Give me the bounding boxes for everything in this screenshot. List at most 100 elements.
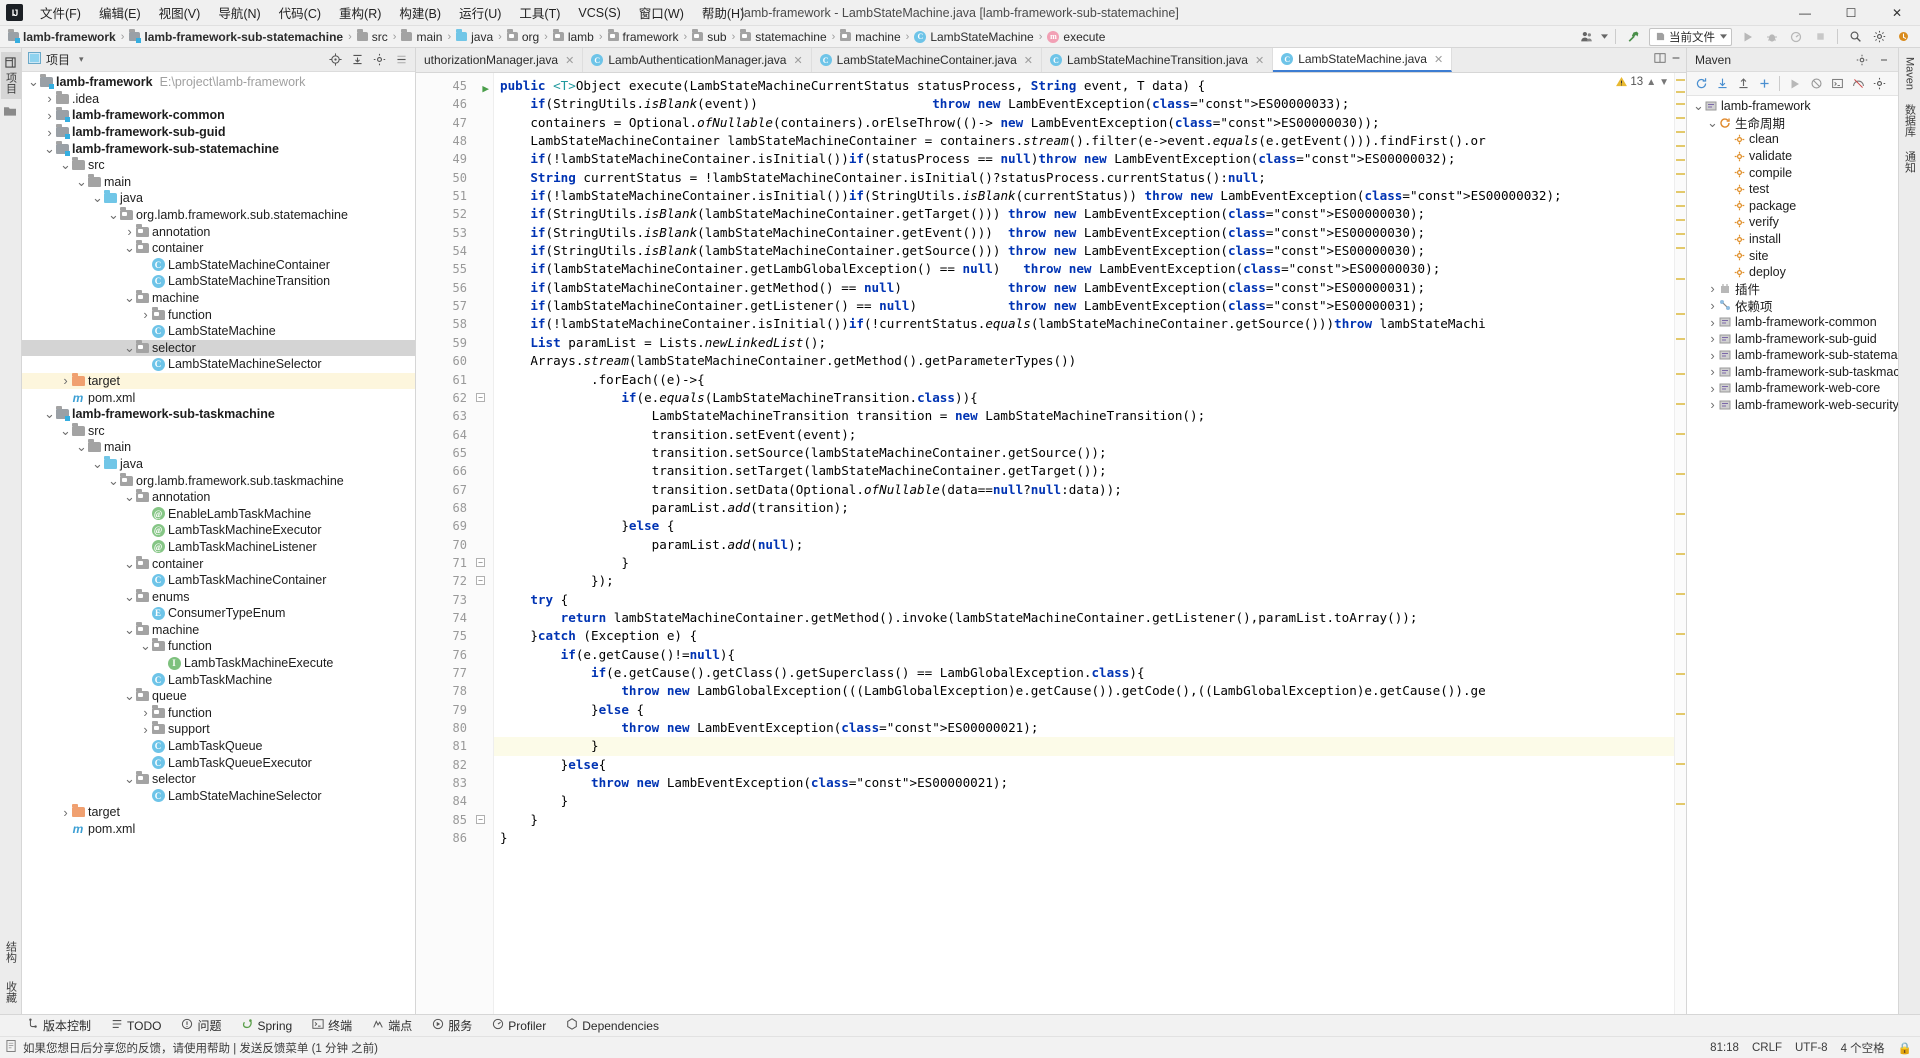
- chevron-down-icon[interactable]: [1599, 27, 1609, 47]
- tree-node-machine[interactable]: ⌄ machine: [22, 290, 415, 307]
- maven-node-package[interactable]: package: [1687, 198, 1898, 215]
- code-line-66[interactable]: transition.setTarget(lambStateMachineCon…: [494, 462, 1674, 480]
- code-line-67[interactable]: transition.setData(Optional.ofNullable(d…: [494, 481, 1674, 499]
- chevron-right-icon[interactable]: ›: [140, 307, 151, 322]
- marker-tick[interactable]: [1676, 219, 1685, 221]
- tree-node-java[interactable]: ⌄ java: [22, 190, 415, 207]
- chevron-down-icon[interactable]: ⌄: [124, 490, 135, 503]
- scroll-up-icon[interactable]: ▲: [1646, 77, 1656, 88]
- chevron-down-icon[interactable]: ⌄: [92, 191, 103, 204]
- fold-marker-icon[interactable]: −: [476, 814, 485, 824]
- marker-tick[interactable]: [1676, 338, 1685, 340]
- scroll-down-icon[interactable]: ▼: [1659, 77, 1669, 88]
- maven-node-生命周期[interactable]: ⌄ 生命周期: [1687, 115, 1898, 132]
- marker-tick[interactable]: [1676, 278, 1685, 280]
- gutter-line-62[interactable]: 62−: [416, 389, 493, 407]
- project-panel-title-group[interactable]: 项目 ▾: [28, 51, 84, 68]
- breadcrumb-item-src[interactable]: src: [356, 29, 388, 44]
- code-line-81[interactable]: }: [494, 737, 1674, 756]
- code-line-57[interactable]: if(lambStateMachineContainer.getListener…: [494, 297, 1674, 315]
- code-line-59[interactable]: List paramList = Lists.newLinkedList();: [494, 334, 1674, 352]
- hide-icon[interactable]: [391, 50, 411, 70]
- gutter-line-70[interactable]: 70: [416, 536, 493, 554]
- breadcrumb-item-machine[interactable]: machine: [840, 29, 901, 44]
- tree-node-target[interactable]: › target: [22, 372, 415, 390]
- code-line-77[interactable]: if(e.getCause().getClass().getSuperclass…: [494, 664, 1674, 682]
- gutter-line-50[interactable]: 50: [416, 169, 493, 187]
- code-line-73[interactable]: try {: [494, 591, 1674, 609]
- tree-node-org-lamb-framework-sub-statemachine[interactable]: ⌄ org.lamb.framework.sub.statemachine: [22, 207, 415, 224]
- marker-tick[interactable]: [1676, 313, 1685, 315]
- bottom-tab-spring[interactable]: Spring: [238, 1016, 295, 1035]
- code-line-85[interactable]: }: [494, 811, 1674, 829]
- gutter-line-81[interactable]: 81: [416, 737, 493, 755]
- editor-tab-3[interactable]: C LambStateMachineTransition.java ✕: [1042, 48, 1274, 72]
- chevron-right-icon[interactable]: ›: [1707, 397, 1718, 412]
- code-line-70[interactable]: paramList.add(null);: [494, 536, 1674, 554]
- gutter-line-55[interactable]: 55: [416, 260, 493, 278]
- chevron-down-icon[interactable]: ⌄: [1707, 116, 1718, 129]
- tree-node-pom-xml[interactable]: m pom.xml: [22, 821, 415, 838]
- maven-node-compile[interactable]: compile: [1687, 164, 1898, 181]
- marker-tick[interactable]: [1676, 159, 1685, 161]
- marker-tick[interactable]: [1676, 103, 1685, 105]
- breadcrumb-item-org[interactable]: org: [506, 29, 539, 44]
- collapse-all-icon[interactable]: [347, 50, 367, 70]
- close-icon[interactable]: ✕: [1255, 54, 1264, 67]
- gutter-line-66[interactable]: 66: [416, 462, 493, 480]
- maven-node-install[interactable]: install: [1687, 231, 1898, 248]
- chevron-right-icon[interactable]: ›: [140, 722, 151, 737]
- code-line-71[interactable]: }: [494, 554, 1674, 572]
- code-line-74[interactable]: return lambStateMachineContainer.getMeth…: [494, 609, 1674, 627]
- code-line-56[interactable]: if(lambStateMachineContainer.getMethod()…: [494, 279, 1674, 297]
- code-line-61[interactable]: .forEach((e)->{: [494, 371, 1674, 389]
- gutter-line-51[interactable]: 51: [416, 187, 493, 205]
- tree-node-lambtaskmachineexecute[interactable]: I LambTaskMachineExecute: [22, 655, 415, 672]
- marker-tick[interactable]: [1676, 763, 1685, 765]
- tree-node-lambstatemachineselector[interactable]: C LambStateMachineSelector: [22, 788, 415, 805]
- tree-node-selector[interactable]: ⌄ selector: [22, 339, 415, 357]
- gutter-line-71[interactable]: 71−: [416, 554, 493, 572]
- inspection-warning-badge[interactable]: 13 ▲ ▼: [1613, 75, 1672, 89]
- breadcrumb-item-java[interactable]: java: [456, 29, 493, 44]
- chevron-down-icon[interactable]: ⌄: [76, 175, 87, 188]
- code-line-72[interactable]: });: [494, 572, 1674, 590]
- fold-marker-icon[interactable]: −: [476, 557, 485, 567]
- gutter-line-84[interactable]: 84: [416, 792, 493, 810]
- code-line-48[interactable]: LambStateMachineContainer lambStateMachi…: [494, 132, 1674, 150]
- gutter-line-72[interactable]: 72−: [416, 572, 493, 590]
- editor-gutter[interactable]: 45 ▶ 46 47 48 49 50 51 52 53 54 55 56 57 58 59 60 61 62−63…: [416, 73, 494, 1014]
- code-line-55[interactable]: if(lambStateMachineContainer.getLambGlob…: [494, 260, 1674, 278]
- tree-node-container[interactable]: ⌄ container: [22, 240, 415, 257]
- gutter-line-86[interactable]: 86: [416, 829, 493, 847]
- add-icon[interactable]: [1754, 74, 1774, 94]
- gutter-line-52[interactable]: 52: [416, 205, 493, 223]
- toggle-offline-icon[interactable]: [1848, 74, 1868, 94]
- tree-node-selector[interactable]: ⌄ selector: [22, 771, 415, 788]
- tree-node-enablelambtaskmachine[interactable]: @ EnableLambTaskMachine: [22, 505, 415, 522]
- bottom-tab-profiler[interactable]: Profiler: [489, 1016, 549, 1035]
- code-line-68[interactable]: paramList.add(transition);: [494, 499, 1674, 517]
- breadcrumb-item-main[interactable]: main: [401, 29, 442, 44]
- download-icon[interactable]: [1712, 74, 1732, 94]
- build-icon[interactable]: [1622, 27, 1644, 47]
- code-line-84[interactable]: }: [494, 792, 1674, 810]
- profile-icon[interactable]: [1785, 27, 1807, 47]
- tree-node-machine[interactable]: ⌄ machine: [22, 621, 415, 639]
- bottom-tab-版本控制[interactable]: 版本控制: [24, 1015, 94, 1036]
- gear-icon[interactable]: [1852, 50, 1872, 70]
- gutter-line-54[interactable]: 54: [416, 242, 493, 260]
- menu-item-2[interactable]: 视图(V): [150, 0, 210, 26]
- run-icon[interactable]: [1785, 74, 1805, 94]
- marker-tick[interactable]: [1676, 433, 1685, 435]
- code-line-76[interactable]: if(e.getCause()!=null){: [494, 646, 1674, 664]
- maven-tree[interactable]: ⌄ lamb-framework ⌄ 生命周期 clean validate compile…: [1687, 96, 1898, 1014]
- upload-icon[interactable]: [1733, 74, 1753, 94]
- chevron-right-icon[interactable]: ›: [1707, 381, 1718, 396]
- menu-item-1[interactable]: 编辑(E): [90, 0, 150, 26]
- chevron-right-icon[interactable]: ›: [44, 91, 55, 106]
- gutter-line-77[interactable]: 77: [416, 664, 493, 682]
- bottom-tab-问题[interactable]: 问题: [178, 1015, 224, 1036]
- chevron-right-icon[interactable]: ›: [1707, 298, 1718, 313]
- refresh-icon[interactable]: [1691, 74, 1711, 94]
